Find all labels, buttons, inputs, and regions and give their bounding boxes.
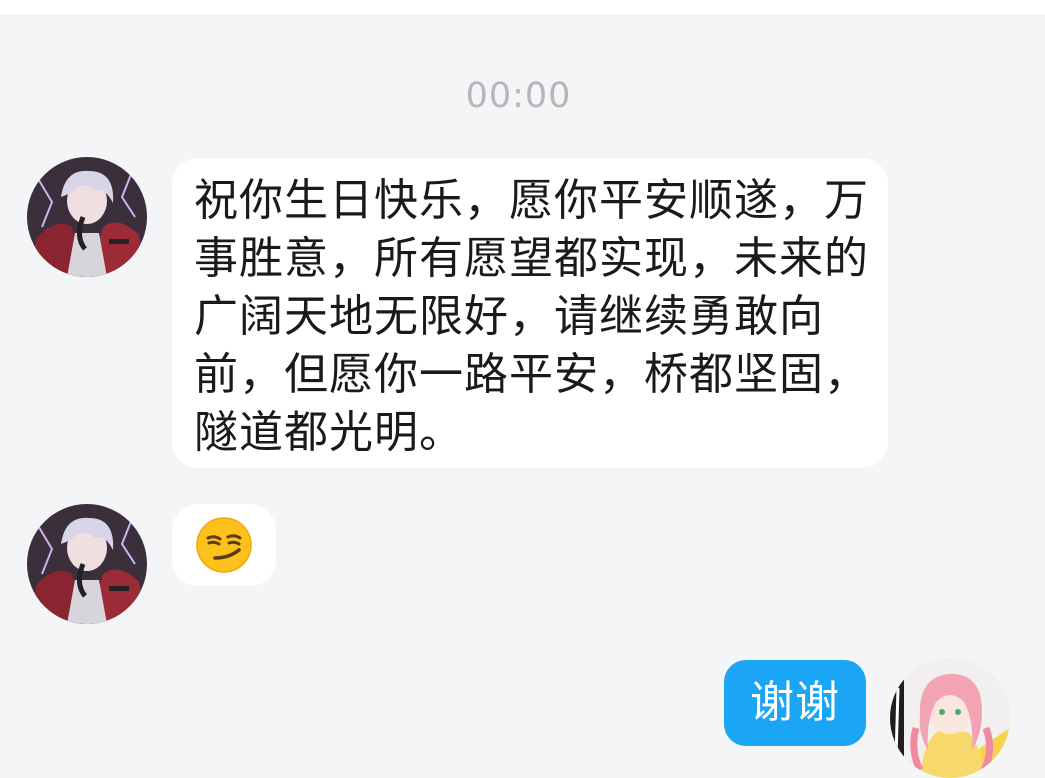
message-timestamp: 00:00 bbox=[465, 76, 572, 116]
message-text: 谢谢 bbox=[750, 677, 840, 728]
top-bar-strip bbox=[0, 0, 1045, 14]
message-bubble-incoming[interactable] bbox=[172, 504, 276, 586]
message-text: 祝你生日快乐，愿你平安顺遂，万事胜意，所有愿望都实现，未来的广阔天地无限好，请继… bbox=[194, 175, 869, 458]
contact-avatar[interactable] bbox=[27, 157, 147, 277]
contact-avatar[interactable] bbox=[27, 504, 147, 624]
smirk-face-emoji bbox=[196, 517, 252, 573]
self-avatar[interactable] bbox=[890, 658, 1010, 778]
message-bubble-incoming[interactable]: 祝你生日快乐，愿你平安顺遂，万事胜意，所有愿望都实现，未来的广阔天地无限好，请继… bbox=[172, 158, 888, 468]
message-bubble-outgoing[interactable]: 谢谢 bbox=[724, 660, 866, 746]
